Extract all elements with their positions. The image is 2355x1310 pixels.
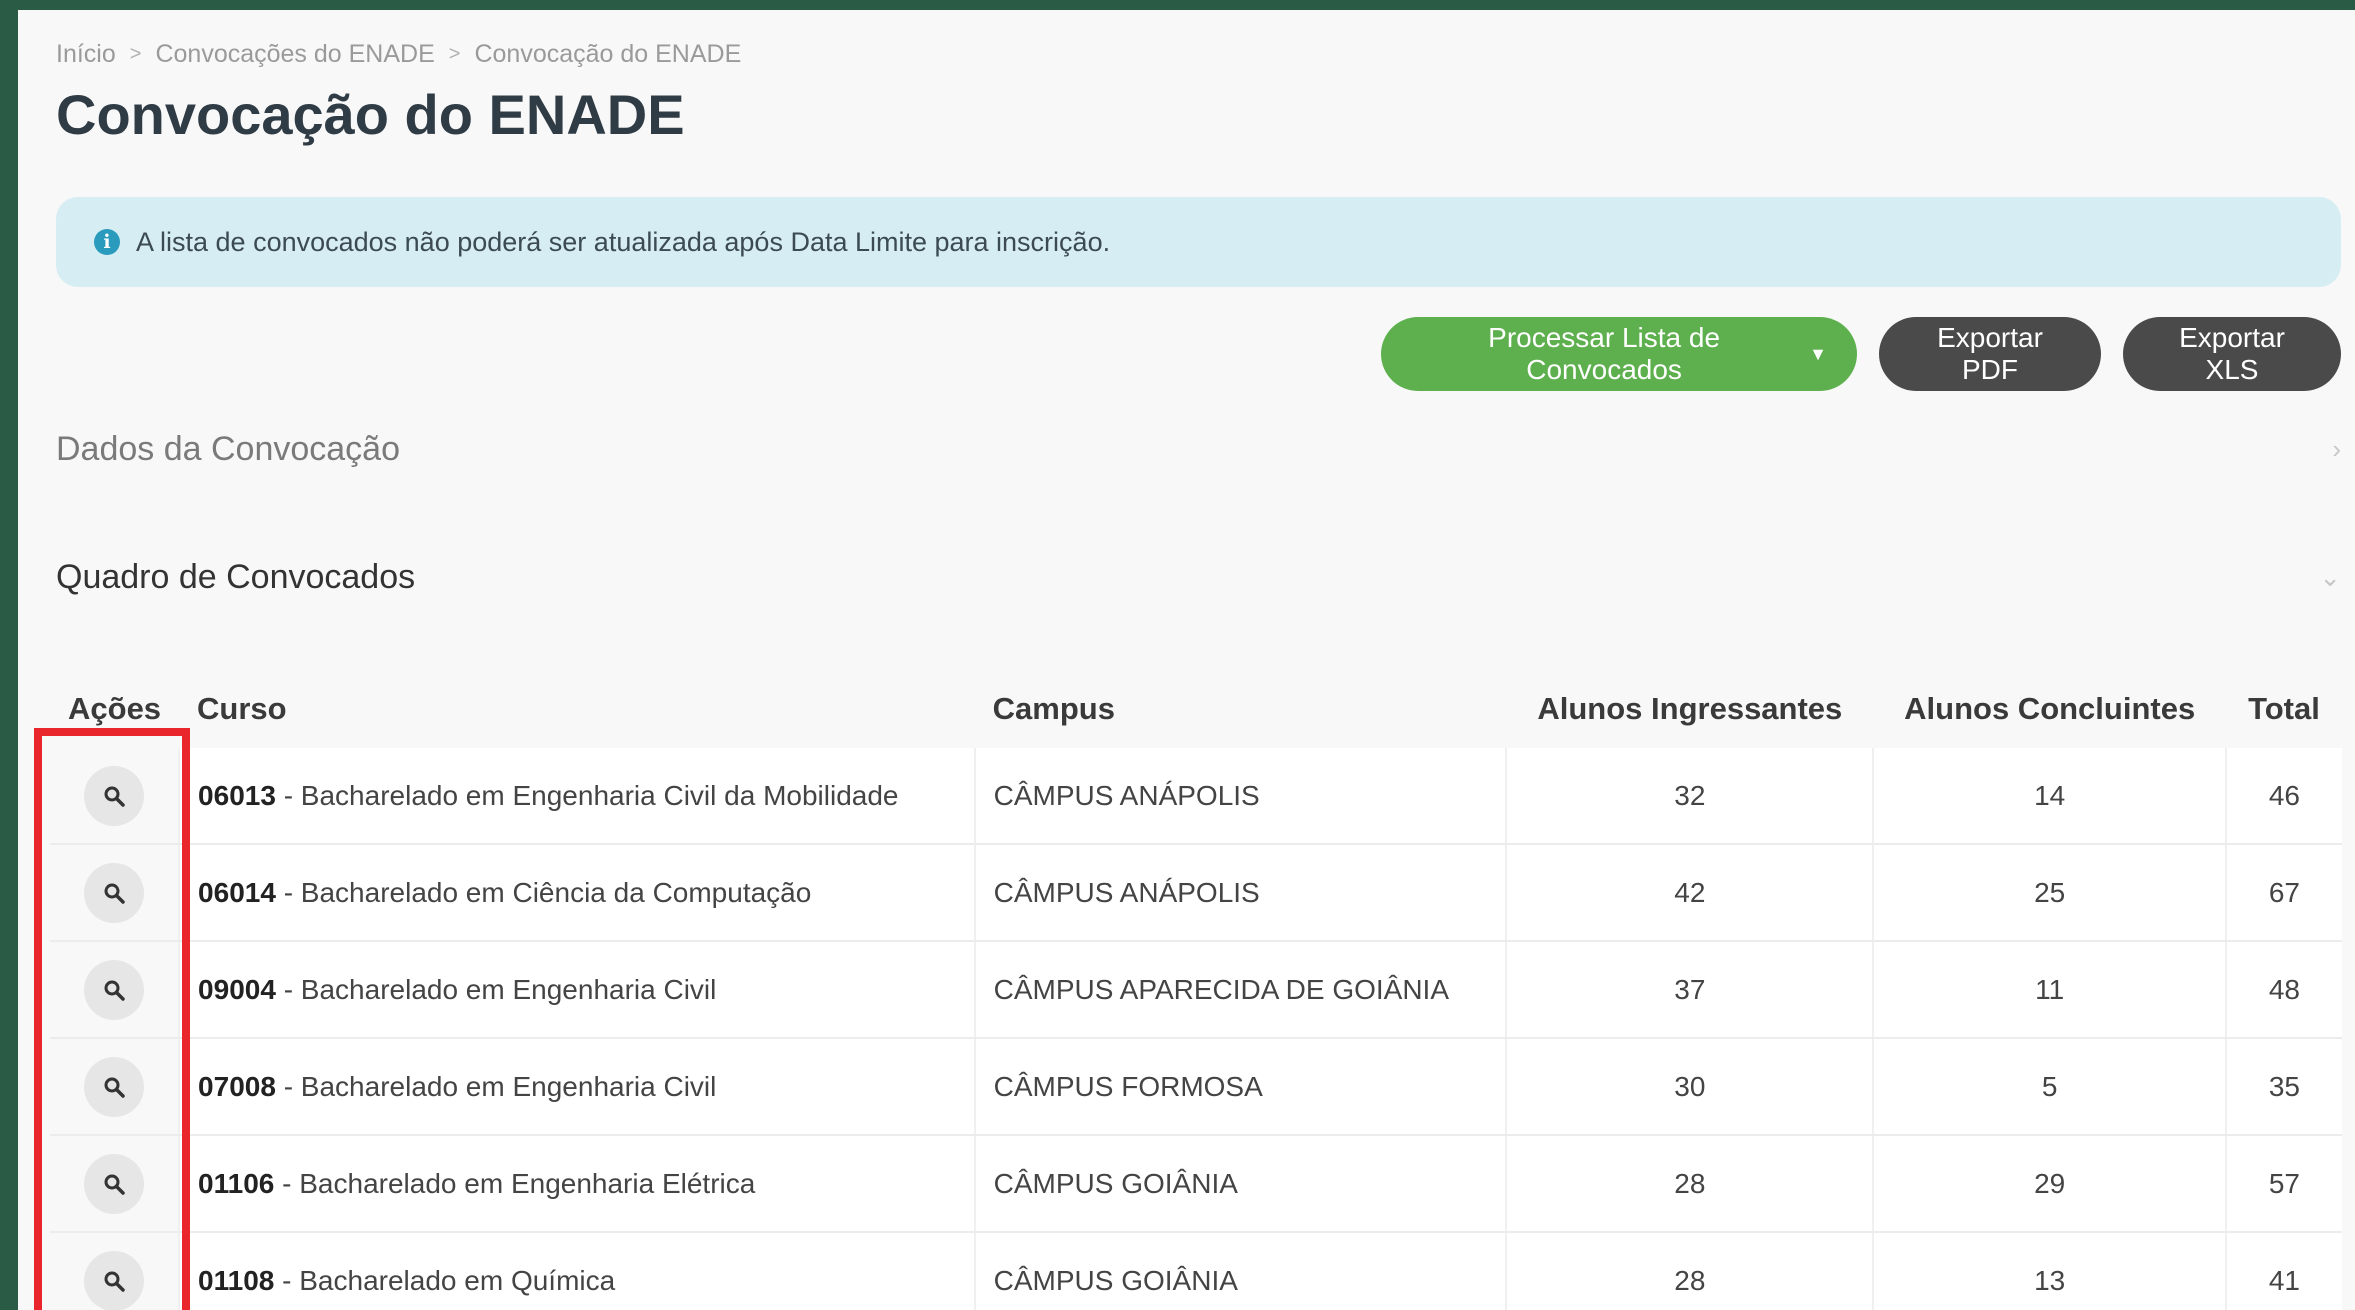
campus-cell: CÂMPUS ANÁPOLIS (973, 844, 1507, 942)
actions-cell (50, 748, 180, 845)
table-row: 09004 - Bacharelado em Engenharia Civil … (50, 941, 2342, 1039)
total-cell: 48 (2224, 941, 2342, 1039)
course-name: - Bacharelado em Engenharia Civil da Mob… (275, 779, 899, 811)
search-icon (104, 1271, 125, 1292)
concluintes-cell: 14 (1872, 748, 2226, 845)
section-dados-title: Dados da Convocação (56, 430, 401, 468)
course-name: - Bacharelado em Engenharia Civil (275, 1070, 717, 1102)
course-cell: 06014 - Bacharelado em Ciência da Comput… (178, 844, 975, 942)
header-campus: Campus (992, 691, 1115, 726)
view-details-button[interactable] (84, 1153, 145, 1214)
search-icon (104, 1174, 125, 1195)
process-list-button[interactable]: Processar Lista de Convocados ▼ (1381, 317, 1857, 391)
ingressantes-cell: 28 (1505, 1232, 1874, 1310)
view-details-button[interactable] (84, 862, 145, 923)
course-cell: 01106 - Bacharelado em Engenharia Elétri… (178, 1135, 975, 1233)
course-cell: 07008 - Bacharelado em Engenharia Civil (178, 1038, 975, 1136)
convocados-table: Ações Curso Campus Alunos Ingressantes A… (50, 670, 2342, 1310)
header-acoes: Ações (68, 691, 162, 726)
breadcrumb-convocacoes[interactable]: Convocações do ENADE (155, 40, 434, 69)
concluintes-cell: 25 (1872, 844, 2226, 942)
info-icon: i (94, 229, 120, 255)
actions-cell (50, 1232, 180, 1310)
total-cell: 46 (2224, 748, 2342, 845)
concluintes-cell: 29 (1872, 1135, 2226, 1233)
ingressantes-cell: 37 (1505, 941, 1874, 1039)
actions-cell (50, 1038, 180, 1136)
breadcrumb-home[interactable]: Início (56, 40, 116, 69)
alert-text: A lista de convocados não poderá ser atu… (136, 226, 1111, 257)
search-icon (104, 1077, 125, 1098)
campus-cell: CÂMPUS APARECIDA DE GOIÂNIA (973, 941, 1507, 1039)
header-ingressantes: Alunos Ingressantes (1537, 691, 1843, 726)
table-row: 01108 - Bacharelado em Química CÂMPUS GO… (50, 1232, 2342, 1310)
table-row: 01106 - Bacharelado em Engenharia Elétri… (50, 1135, 2342, 1233)
chevron-right-icon: › (2332, 434, 2341, 464)
course-name: - Bacharelado em Engenharia Elétrica (274, 1167, 756, 1199)
course-code: 01106 (198, 1167, 275, 1199)
table-header-row: Ações Curso Campus Alunos Ingressantes A… (50, 670, 2342, 748)
course-code: 01108 (198, 1264, 275, 1296)
ingressantes-cell: 28 (1505, 1135, 1874, 1233)
header-concluintes: Alunos Concluintes (1904, 691, 2196, 726)
search-icon (104, 883, 125, 904)
actions-cell (50, 941, 180, 1039)
course-code: 09004 (198, 973, 276, 1005)
toolbar: Processar Lista de Convocados ▼ Exportar… (1381, 317, 2341, 391)
concluintes-cell: 5 (1872, 1038, 2226, 1136)
process-list-label: Processar Lista de Convocados (1488, 322, 1721, 385)
view-details-button[interactable] (84, 765, 145, 826)
breadcrumb-current: Convocação do ENADE (474, 40, 742, 68)
total-cell: 57 (2224, 1135, 2342, 1233)
section-quadro-title: Quadro de Convocados (56, 558, 416, 596)
section-quadro-convocados[interactable]: Quadro de Convocados ⌄ (56, 558, 2341, 597)
page-title: Convocação do ENADE (56, 83, 685, 146)
chevron-down-icon: ▼ (1809, 343, 1827, 364)
search-icon (104, 980, 125, 1001)
total-cell: 41 (2224, 1232, 2342, 1310)
export-pdf-button[interactable]: Exportar PDF (1879, 317, 2101, 391)
concluintes-cell: 13 (1872, 1232, 2226, 1310)
table-row: 07008 - Bacharelado em Engenharia Civil … (50, 1038, 2342, 1136)
breadcrumb-separator-icon: > (448, 43, 461, 65)
header-curso: Curso (197, 691, 287, 726)
course-cell: 06013 - Bacharelado em Engenharia Civil … (178, 748, 975, 845)
table-row: 06014 - Bacharelado em Ciência da Comput… (50, 844, 2342, 942)
actions-cell (50, 1135, 180, 1233)
course-name: - Bacharelado em Ciência da Computação (275, 876, 812, 908)
app-window: Início > Convocações do ENADE > Convocaç… (18, 10, 2355, 1310)
actions-cell (50, 844, 180, 942)
chevron-down-icon: ⌄ (2319, 562, 2341, 592)
course-name: - Bacharelado em Engenharia Civil (275, 973, 717, 1005)
total-cell: 67 (2224, 844, 2342, 942)
view-details-button[interactable] (84, 1056, 145, 1117)
campus-cell: CÂMPUS GOIÂNIA (973, 1232, 1507, 1310)
course-cell: 09004 - Bacharelado em Engenharia Civil (178, 941, 975, 1039)
view-details-button[interactable] (84, 959, 145, 1020)
course-code: 06013 (198, 779, 276, 811)
course-cell: 01108 - Bacharelado em Química (178, 1232, 975, 1310)
section-dados-convocacao[interactable]: Dados da Convocação › (56, 430, 2341, 469)
concluintes-cell: 11 (1872, 941, 2226, 1039)
ingressantes-cell: 32 (1505, 748, 1874, 845)
course-name: - Bacharelado em Química (274, 1264, 616, 1296)
table-row: 06013 - Bacharelado em Engenharia Civil … (50, 748, 2342, 845)
total-cell: 35 (2224, 1038, 2342, 1136)
campus-cell: CÂMPUS GOIÂNIA (973, 1135, 1507, 1233)
ingressantes-cell: 42 (1505, 844, 1874, 942)
export-xls-button[interactable]: Exportar XLS (2123, 317, 2341, 391)
breadcrumb-separator-icon: > (129, 43, 142, 65)
campus-cell: CÂMPUS FORMOSA (973, 1038, 1507, 1136)
campus-cell: CÂMPUS ANÁPOLIS (973, 748, 1507, 845)
header-total: Total (2248, 691, 2320, 726)
info-alert: i A lista de convocados não poderá ser a… (56, 197, 2341, 287)
view-details-button[interactable] (84, 1250, 145, 1310)
search-icon (104, 786, 125, 807)
ingressantes-cell: 30 (1505, 1038, 1874, 1136)
course-code: 07008 (198, 1070, 276, 1102)
breadcrumb: Início > Convocações do ENADE > Convocaç… (56, 40, 741, 69)
course-code: 06014 (198, 876, 276, 908)
